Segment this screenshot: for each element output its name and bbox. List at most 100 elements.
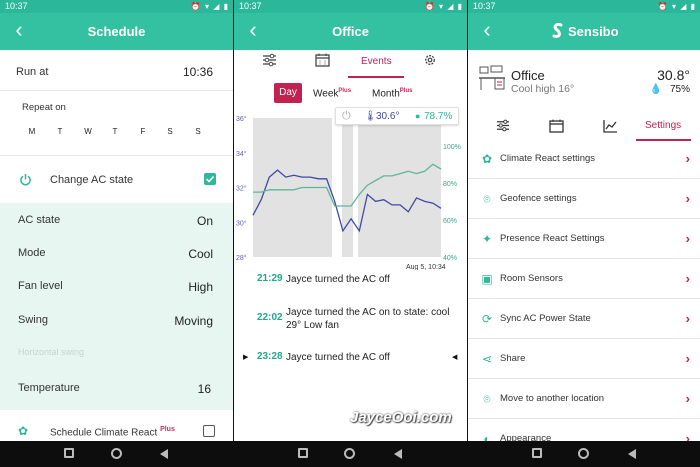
- event-text: Jayce turned the AC on to state: cool 29…: [286, 307, 450, 331]
- ac-state-value: On: [196, 214, 213, 228]
- back-icon[interactable]: [160, 449, 168, 459]
- y-left-tick-label: 28°: [236, 254, 247, 262]
- page-title: Office: [332, 24, 369, 39]
- settings-item-move-location[interactable]: ⌾ Move to another location ›: [468, 379, 700, 419]
- sync-icon: ⟳: [481, 312, 493, 326]
- move-location-icon: ⌾: [483, 392, 491, 406]
- sensor-icon: ▣: [481, 272, 493, 286]
- home-icon[interactable]: [111, 448, 122, 459]
- appearance-icon: ◐: [483, 432, 491, 441]
- y-right-tick-label: 80%: [443, 181, 457, 188]
- settings-item-label: Appearance: [500, 433, 552, 441]
- chevron-right-icon: ›: [685, 271, 690, 286]
- climate-react-icon: ✿: [481, 152, 493, 166]
- thermometer-icon: 🌡: [364, 111, 377, 122]
- settings-item-appearance[interactable]: ◐ Appearance ›: [468, 419, 700, 441]
- day-wed[interactable]: W: [83, 127, 93, 136]
- day-sun[interactable]: S: [193, 127, 203, 136]
- range-week-label: Week: [313, 88, 339, 100]
- calendar-icon[interactable]: [549, 119, 564, 138]
- recents-icon[interactable]: [532, 448, 542, 458]
- recents-icon[interactable]: [298, 448, 308, 458]
- settings-item-geofence[interactable]: ⌾ Geofence settings ›: [468, 179, 700, 219]
- settings-item-label: Sync AC Power State: [500, 313, 591, 324]
- back-arrow-icon[interactable]: ‹: [478, 19, 496, 41]
- settings-item-label: Geofence settings: [500, 193, 577, 204]
- event-time: 23:28: [257, 351, 283, 362]
- share-icon: ⋖: [481, 352, 493, 366]
- settings-list: ✿ Climate React settings › ⌾ Geofence se…: [468, 139, 700, 441]
- chevron-right-icon: ›: [685, 391, 690, 406]
- range-day-button[interactable]: Day: [274, 83, 302, 103]
- change-ac-row[interactable]: Change AC state: [0, 166, 233, 194]
- range-month-button[interactable]: MonthPlus: [372, 88, 412, 99]
- plus-badge: Plus: [338, 88, 352, 94]
- location-pin-icon: ⌾: [483, 192, 491, 206]
- y-left-tick-label: 30°: [236, 219, 247, 227]
- tab-events[interactable]: Events: [361, 56, 392, 67]
- room-name: Office: [511, 68, 545, 83]
- settings-item-climate-react[interactable]: ✿ Climate React settings ›: [468, 139, 700, 179]
- event-time: 21:29: [257, 273, 283, 284]
- plus-badge: Plus: [399, 88, 413, 94]
- day-tue[interactable]: T: [55, 127, 65, 136]
- tab-settings[interactable]: Settings: [645, 120, 681, 131]
- calendar-icon[interactable]: [315, 53, 330, 70]
- home-icon[interactable]: [578, 448, 589, 459]
- run-at-row[interactable]: Run at 10:36: [0, 64, 233, 80]
- back-icon[interactable]: [394, 449, 402, 459]
- range-week-button[interactable]: WeekPlus: [313, 88, 351, 99]
- status-time: 10:37: [5, 1, 28, 11]
- droplet-icon: ●: [415, 111, 421, 121]
- run-at-label: Run at: [16, 66, 49, 78]
- chevron-right-icon: ›: [685, 431, 690, 441]
- climate-react-checkbox[interactable]: [203, 425, 215, 437]
- room-header[interactable]: Office Cool high 16° 30.8° 💧 75%: [468, 55, 700, 105]
- recents-icon[interactable]: [64, 448, 74, 458]
- divider: [0, 155, 233, 156]
- settings-item-label: Share: [500, 353, 526, 364]
- day-fri[interactable]: F: [138, 127, 148, 136]
- chevron-right-icon: ›: [685, 311, 690, 326]
- settings-item-share[interactable]: ⋖ Share ›: [468, 339, 700, 379]
- sensibo-settings-screen: 10:37 ⏰ ▾ ◢ ▮ ‹ Sensibo Office Cool high…: [468, 0, 700, 441]
- climate-react-label: Schedule Climate React: [50, 427, 158, 439]
- power-icon[interactable]: ⏻: [342, 110, 351, 123]
- settings-item-sync-power[interactable]: ⟳ Sync AC Power State ›: [468, 299, 700, 339]
- room-state: Cool high 16°: [511, 83, 575, 95]
- status-time: 10:37: [473, 1, 496, 11]
- presence-icon: ✦: [481, 232, 493, 246]
- settings-item-room-sensors[interactable]: ▣ Room Sensors ›: [468, 259, 700, 299]
- change-ac-checkbox[interactable]: [204, 173, 216, 185]
- mode-label: Mode: [18, 247, 46, 259]
- room-temperature: 30.8°: [657, 67, 690, 83]
- play-right-icon: ▶: [243, 354, 249, 361]
- y-left-tick-label: 36°: [236, 115, 247, 123]
- tab-events-underline: [348, 76, 404, 78]
- temperature-readout: 30.6°: [376, 111, 400, 122]
- system-nav-bar: [0, 441, 700, 467]
- status-bar: 10:37 ⏰ ▾ ◢ ▮: [0, 0, 233, 13]
- controls-sliders-icon[interactable]: [262, 53, 277, 70]
- y-right-tick-label: 40%: [443, 255, 457, 262]
- day-sat[interactable]: S: [165, 127, 175, 136]
- watermark: JayceOoi.com: [350, 409, 452, 426]
- settings-item-presence-react[interactable]: ✦ Presence React Settings ›: [468, 219, 700, 259]
- screens: 10:37 ⏰ ▾ ◢ ▮ ‹ Schedule Run at 10:36 Re…: [0, 0, 700, 441]
- chart-trend-icon[interactable]: [603, 119, 618, 138]
- controls-sliders-icon[interactable]: [496, 119, 510, 137]
- day-thu[interactable]: T: [110, 127, 120, 136]
- settings-item-label: Presence React Settings: [500, 233, 605, 244]
- climate-react-row[interactable]: ✿ Schedule Climate React Plus: [0, 420, 233, 440]
- plot-shade: [358, 118, 441, 257]
- humidity-readout: 78.7%: [424, 111, 453, 122]
- chevron-right-icon: ›: [685, 151, 690, 166]
- home-icon[interactable]: [344, 448, 355, 459]
- gear-icon[interactable]: [423, 53, 437, 70]
- schedule-screen: 10:37 ⏰ ▾ ◢ ▮ ‹ Schedule Run at 10:36 Re…: [0, 0, 233, 441]
- event-text: Jayce turned the AC off: [286, 352, 390, 363]
- day-mon[interactable]: M: [27, 127, 37, 136]
- back-icon[interactable]: [628, 449, 636, 459]
- chevron-right-icon: ›: [685, 351, 690, 366]
- ac-settings-panel: AC state On Mode Cool Fan level High Swi…: [0, 203, 233, 410]
